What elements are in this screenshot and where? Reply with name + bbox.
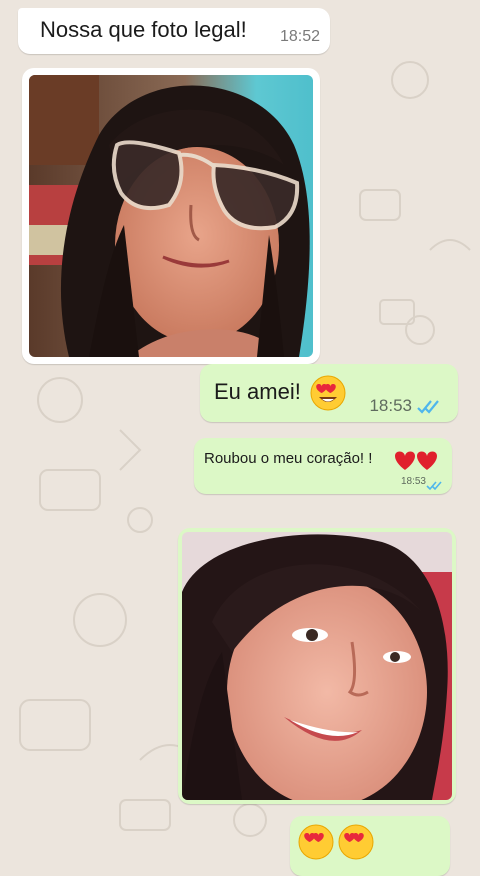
read-receipt-icon: [426, 478, 442, 496]
message-time: 18:53: [400, 476, 426, 487]
message-text: Nossa que foto legal!: [40, 17, 247, 42]
message-time: 18:53: [369, 396, 412, 415]
two-red-hearts-icon: [392, 448, 440, 479]
photo-selfie-smile[interactable]: [182, 532, 452, 800]
heart-eyes-emoji-icon: [310, 375, 346, 416]
message-text: Roubou o meu coração! !: [204, 450, 373, 467]
heart-eyes-emoji-icon: [338, 824, 374, 865]
read-receipt-icon: [416, 399, 442, 420]
incoming-image-message[interactable]: [22, 68, 320, 364]
outgoing-image-message[interactable]: [178, 528, 456, 804]
message-text: Eu amei!: [214, 379, 301, 404]
message-time: 18:52: [279, 28, 320, 45]
outgoing-message[interactable]: Eu amei! 18:53: [200, 364, 458, 422]
heart-eyes-emoji-icon: [298, 824, 334, 865]
photo-selfie-sunglasses[interactable]: [29, 75, 313, 357]
outgoing-message[interactable]: Roubou o meu coração! ! 18:53: [194, 438, 452, 494]
incoming-message[interactable]: Nossa que foto legal! 18:52: [18, 8, 330, 54]
outgoing-emoji-message[interactable]: [290, 816, 450, 876]
